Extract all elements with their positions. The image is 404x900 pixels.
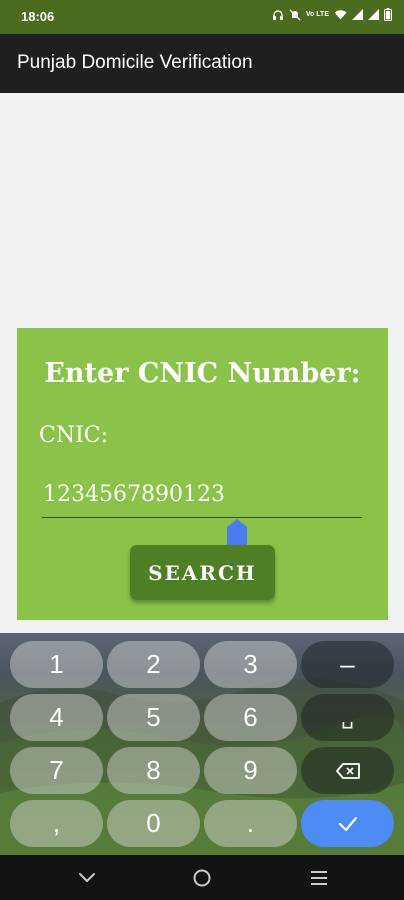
checkmark-icon bbox=[338, 816, 358, 832]
key-minus[interactable]: – bbox=[301, 641, 394, 688]
key-2[interactable]: 2 bbox=[107, 641, 200, 688]
wifi-icon bbox=[334, 9, 347, 20]
search-button[interactable]: SEARCH bbox=[130, 545, 275, 600]
key-0[interactable]: 0 bbox=[107, 800, 200, 847]
home-circle-icon[interactable] bbox=[190, 866, 214, 890]
key-3[interactable]: 3 bbox=[204, 641, 297, 688]
signal-icon bbox=[352, 9, 363, 20]
key-backspace[interactable] bbox=[301, 747, 394, 794]
key-5[interactable]: 5 bbox=[107, 694, 200, 741]
cnic-input[interactable] bbox=[42, 476, 362, 518]
numeric-keyboard: 1 2 3 – 4 5 6 ␣ 7 8 9 , 0 . bbox=[0, 633, 404, 855]
mute-icon bbox=[289, 9, 301, 21]
cnic-label: CNIC: bbox=[39, 423, 109, 448]
key-enter[interactable] bbox=[301, 800, 394, 847]
status-bar: 18:06 Vo LTE bbox=[0, 0, 404, 34]
key-4[interactable]: 4 bbox=[10, 694, 103, 741]
key-9[interactable]: 9 bbox=[204, 747, 297, 794]
status-icons: Vo LTE bbox=[272, 8, 392, 21]
volte-icon: Vo LTE bbox=[305, 11, 329, 18]
key-8[interactable]: 8 bbox=[107, 747, 200, 794]
cnic-form-card: Enter CNIC Number: CNIC: SEARCH bbox=[17, 328, 388, 620]
signal-icon bbox=[368, 9, 379, 20]
app-title: Punjab Domicile Verification bbox=[17, 52, 253, 73]
battery-icon bbox=[384, 8, 392, 21]
backspace-icon bbox=[335, 762, 360, 779]
key-7[interactable]: 7 bbox=[10, 747, 103, 794]
key-1[interactable]: 1 bbox=[10, 641, 103, 688]
app-bar: Punjab Domicile Verification bbox=[0, 34, 404, 93]
key-space[interactable]: ␣ bbox=[301, 694, 394, 741]
headphones-icon bbox=[272, 9, 284, 21]
back-chevron-icon[interactable] bbox=[75, 866, 99, 890]
recents-menu-icon[interactable] bbox=[307, 866, 331, 890]
system-nav-bar bbox=[0, 855, 404, 900]
key-6[interactable]: 6 bbox=[204, 694, 297, 741]
main-content: Enter CNIC Number: CNIC: SEARCH bbox=[0, 93, 404, 633]
key-period[interactable]: . bbox=[204, 800, 297, 847]
form-heading: Enter CNIC Number: bbox=[44, 358, 361, 389]
key-comma[interactable]: , bbox=[10, 800, 103, 847]
status-time: 18:06 bbox=[21, 9, 55, 24]
text-cursor-handle[interactable] bbox=[227, 519, 247, 545]
